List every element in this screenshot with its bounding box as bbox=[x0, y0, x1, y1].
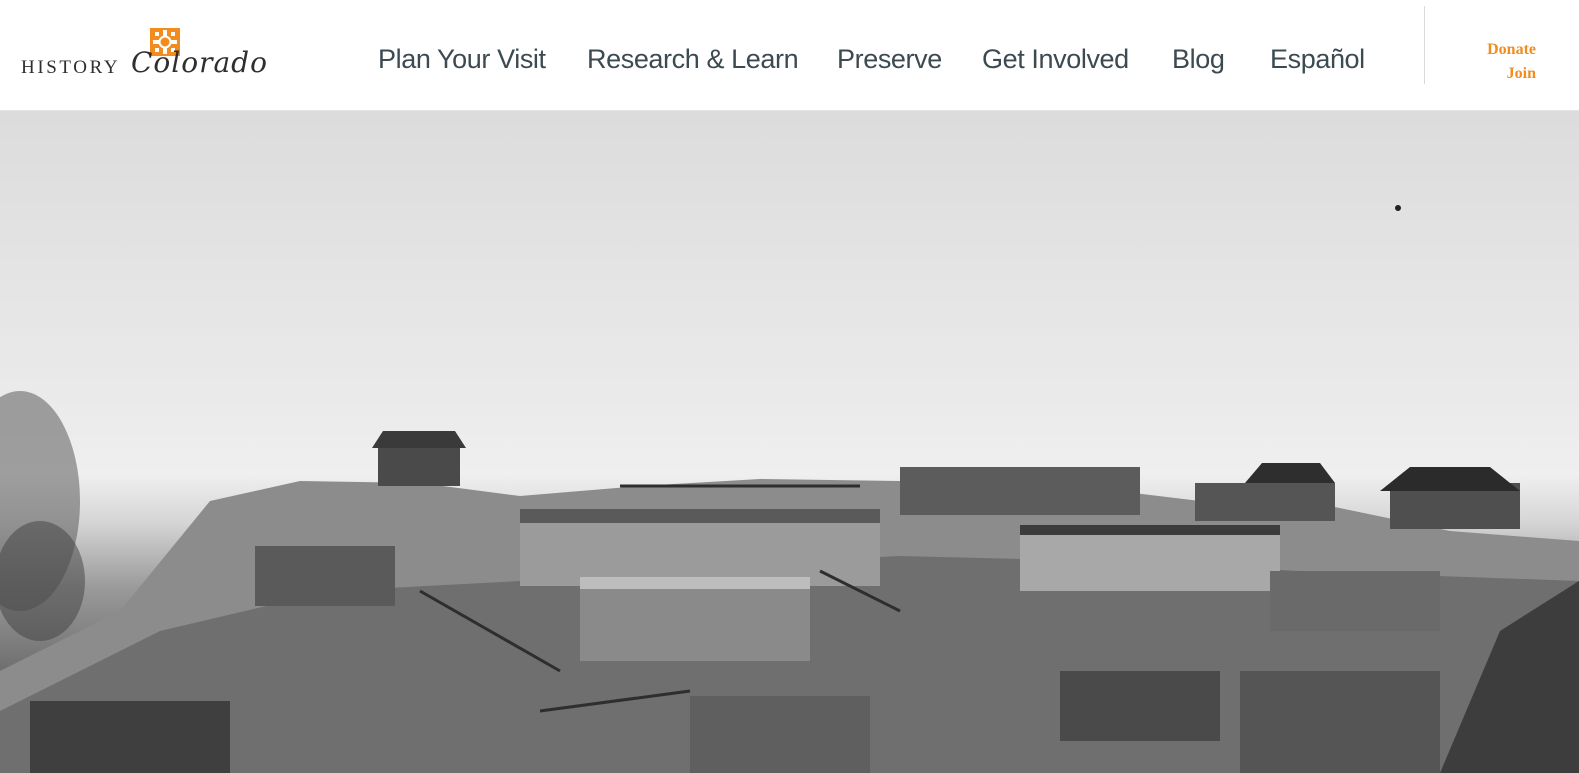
header-divider bbox=[1424, 6, 1425, 84]
nav-espanol[interactable]: Español bbox=[1270, 44, 1365, 75]
nav-research-and-learn[interactable]: Research & Learn bbox=[587, 44, 799, 75]
nav-preserve[interactable]: Preserve bbox=[837, 44, 942, 75]
donate-link[interactable]: Donate bbox=[1487, 41, 1536, 59]
logo-wordmark-colorado: Colorado bbox=[131, 46, 268, 79]
join-link[interactable]: Join bbox=[1507, 65, 1536, 83]
nav-blog[interactable]: Blog bbox=[1172, 44, 1225, 75]
history-colorado-logo[interactable]: HISTORY Colorado bbox=[18, 24, 278, 88]
site-header: HISTORY Colorado Plan Your Visit Researc… bbox=[0, 0, 1579, 111]
hero-photo-illustration bbox=[0, 205, 1579, 773]
logo-wordmark-history: HISTORY bbox=[21, 57, 121, 78]
nav-get-involved[interactable]: Get Involved bbox=[982, 44, 1129, 75]
nav-plan-your-visit[interactable]: Plan Your Visit bbox=[378, 44, 546, 75]
hero-historic-photo bbox=[0, 111, 1579, 773]
